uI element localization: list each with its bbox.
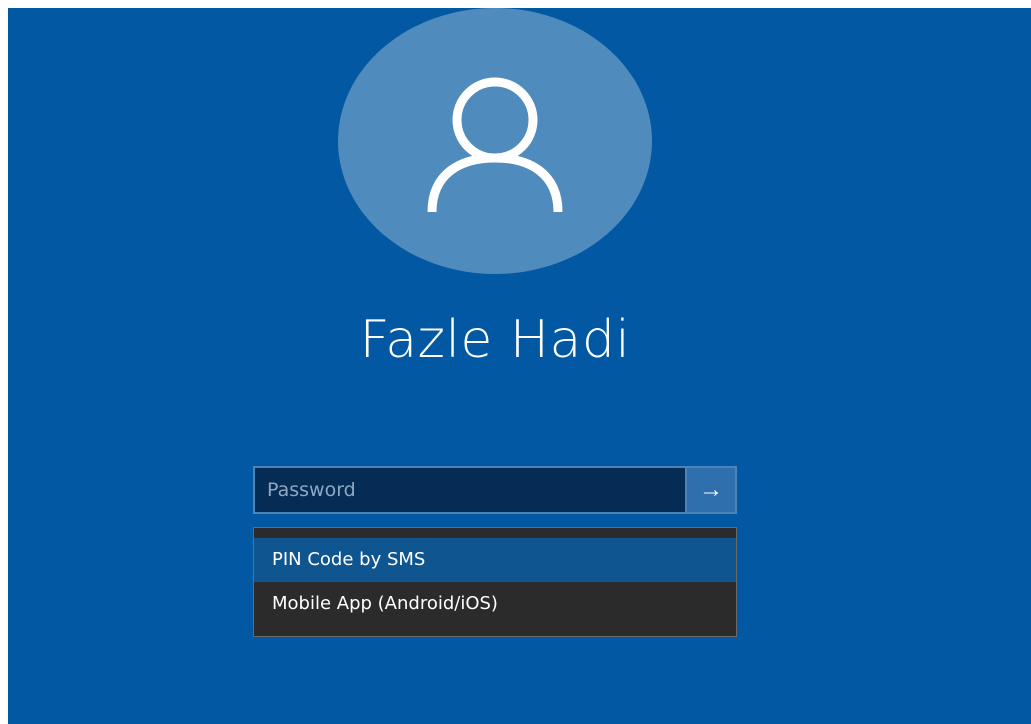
user-icon bbox=[427, 77, 563, 213]
auth-method-menu: PIN Code by SMS Mobile App (Android/iOS) bbox=[253, 527, 737, 637]
password-box: → bbox=[253, 466, 737, 514]
arrow-right-icon: → bbox=[699, 476, 723, 503]
menu-item-mobile-app[interactable]: Mobile App (Android/iOS) bbox=[254, 582, 736, 626]
menu-item-pin-sms[interactable]: PIN Code by SMS bbox=[254, 538, 736, 582]
avatar bbox=[338, 8, 652, 274]
user-name: Fazle Hadi bbox=[359, 310, 631, 370]
password-input[interactable] bbox=[255, 468, 685, 512]
submit-button[interactable]: → bbox=[685, 468, 735, 512]
lock-screen: Fazle Hadi → PIN Code by SMS Mobile App … bbox=[8, 8, 1031, 724]
